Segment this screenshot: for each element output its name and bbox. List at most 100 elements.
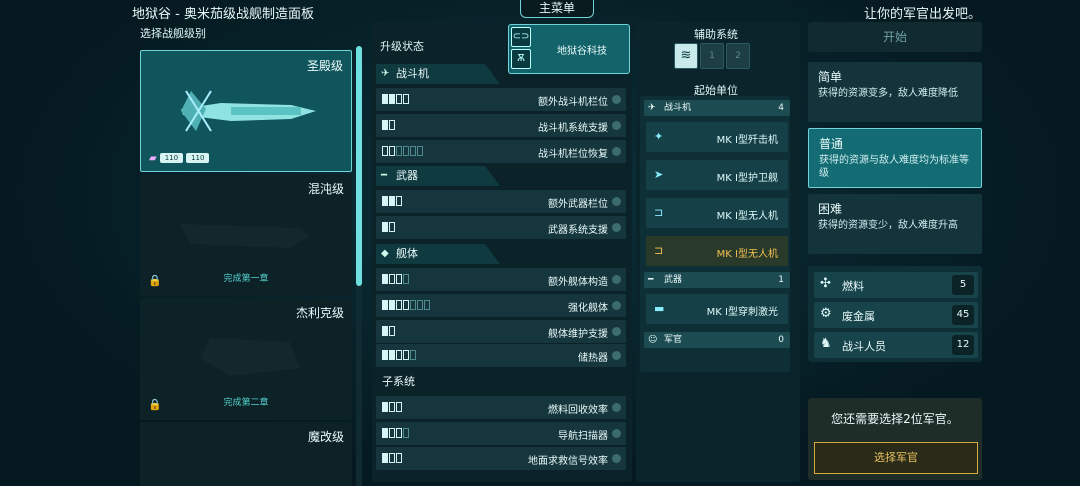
upgrade-row[interactable]: 额外舰体构造 — [376, 268, 626, 291]
unit-row[interactable]: ⊐ MK I型无人机 — [646, 236, 788, 266]
level-pip-filled — [389, 196, 395, 206]
aux-panel: 辅助系统 ≋ 1 2 起始单位 ✈ 战斗机 4 ✦ MK I型歼击机 ➤ MK I型… — [636, 22, 800, 482]
ship-card-jerik[interactable]: 杰利克级 🔒 完成第二章 — [140, 298, 352, 420]
drone-icon: ⊐ — [654, 206, 664, 219]
ship-card-chaos[interactable]: 混沌级 🔒 完成第一章 — [140, 174, 352, 296]
laser-icon: ▬ — [654, 302, 665, 315]
section-hull: ◆ 舰体 — [376, 244, 500, 264]
info-icon[interactable] — [612, 121, 621, 130]
level-pip-empty — [396, 453, 402, 463]
upgrade-row[interactable]: 战斗机系统支援 — [376, 114, 626, 137]
upgrade-row[interactable]: 燃料回收效率 — [376, 396, 626, 419]
unlock-condition: 完成第一章 — [223, 274, 269, 284]
ship-temple-icon — [181, 90, 316, 132]
level-pips — [382, 222, 395, 232]
upgrade-row[interactable]: 地面求救信号效率 — [376, 447, 626, 470]
level-pip-filled — [389, 94, 395, 104]
unit-row[interactable]: ⊐ MK I型无人机 — [646, 198, 788, 228]
level-pip-empty — [403, 146, 409, 156]
unit-category-officers: ☺ 军官 0 — [644, 332, 790, 348]
info-icon[interactable] — [612, 275, 621, 284]
upgrade-row[interactable]: 额外战斗机栏位 — [376, 88, 626, 111]
upgrade-row[interactable]: 舰体维护支援 — [376, 320, 626, 343]
upgrade-name: 战斗机系统支援 — [538, 123, 608, 134]
aux-slot-empty[interactable]: 1 — [700, 43, 724, 69]
info-icon[interactable] — [612, 429, 621, 438]
category-count: 0 — [778, 335, 784, 345]
ship-card-modified[interactable]: 魔改级 — [140, 422, 352, 486]
unit-row[interactable]: ✦ MK I型歼击机 — [646, 122, 788, 152]
category-name: 武器 — [664, 275, 683, 285]
upgrade-name: 额外战斗机栏位 — [538, 97, 608, 108]
select-officer-button[interactable]: 选择军官 — [814, 442, 978, 474]
difficulty-easy[interactable]: 简单 获得的资源变多，敌人难度降低 — [808, 62, 982, 122]
level-pip-filled — [382, 274, 388, 284]
aux-slot-empty[interactable]: 2 — [726, 43, 750, 69]
upgrade-name: 额外舰体构造 — [548, 277, 608, 288]
difficulty-desc: 获得的资源与敌人难度均为标准等级 — [819, 155, 969, 179]
scrollbar-thumb[interactable] — [356, 46, 362, 286]
ship-list-scrollbar[interactable] — [356, 46, 362, 486]
header-hint: 让你的军官出发吧。 — [864, 7, 982, 22]
weapon-icon: ━ — [381, 170, 388, 181]
upgrade-name: 额外武器栏位 — [548, 199, 608, 210]
ship-name: 杰利克级 — [295, 306, 344, 320]
unit-row[interactable]: ▬ MK I型穿刺激光 — [646, 294, 788, 324]
upgrade-row[interactable]: 武器系统支援 — [376, 216, 626, 239]
info-icon[interactable] — [612, 327, 621, 336]
upgrade-row[interactable]: 额外武器栏位 — [376, 190, 626, 213]
difficulty-hard[interactable]: 困难 获得的资源变少，敌人难度升高 — [808, 194, 982, 254]
unit-row[interactable]: ➤ MK I型护卫舰 — [646, 160, 788, 190]
upgrade-label: 升级状态 — [380, 40, 424, 53]
ship-name: 魔改级 — [307, 430, 344, 444]
hull-icon: ◆ — [381, 248, 389, 259]
upgrade-row[interactable]: 强化舰体 — [376, 294, 626, 317]
upgrade-row[interactable]: 战斗机栏位恢复 — [376, 140, 626, 163]
upgrade-panel: 升级状态 ⊂⊃ Ѫ 地狱谷科技 ✈ 战斗机 额外战斗机栏位 战斗机系统支援 战斗… — [372, 22, 632, 482]
hull-select-panel: 选择战舰级别 圣殿级 ▰ 110 110 混沌级 🔒 完成第一章 杰利克级 🔒 … — [132, 22, 364, 486]
hell-valley-tech-card[interactable]: ⊂⊃ Ѫ 地狱谷科技 — [508, 24, 630, 74]
drone-icon: ⊐ — [654, 244, 664, 257]
section-subsystems: 子系统 — [376, 372, 500, 392]
info-icon[interactable] — [612, 301, 621, 310]
ship-badge: 110 — [159, 153, 184, 163]
difficulty-normal[interactable]: 普通 获得的资源与敌人难度均为标准等级 — [808, 128, 982, 188]
upgrade-name: 地面求救信号效率 — [528, 456, 608, 467]
info-icon[interactable] — [612, 223, 621, 232]
aux-slots: ≋ 1 2 — [674, 43, 750, 69]
aux-slot-stack-icon[interactable]: ≋ — [674, 43, 698, 69]
upgrade-row[interactable]: 储热器 — [376, 344, 626, 367]
level-pip-empty — [410, 146, 416, 156]
ship-card-temple[interactable]: 圣殿级 ▰ 110 110 — [140, 50, 352, 172]
tech-ship-icon: Ѫ — [511, 49, 531, 69]
level-pip-empty — [396, 428, 402, 438]
start-button[interactable]: 开始 — [808, 22, 982, 52]
upgrade-name: 舰体维护支援 — [548, 329, 608, 340]
level-pip-filled — [382, 196, 388, 206]
unit-category-fighters: ✈ 战斗机 4 — [644, 100, 790, 116]
upgrade-name: 武器系统支援 — [548, 225, 608, 236]
interceptor-icon: ✦ — [654, 130, 664, 143]
level-pip-empty — [417, 146, 423, 156]
level-pip-empty — [396, 94, 402, 104]
section-title: 武器 — [396, 169, 418, 182]
upgrade-name: 导航扫描器 — [558, 431, 608, 442]
difficulty-desc: 获得的资源变多，敌人难度降低 — [818, 88, 958, 99]
info-icon[interactable] — [612, 147, 621, 156]
upgrade-row[interactable]: 导航扫描器 — [376, 422, 626, 445]
main-menu-button[interactable]: 主菜单 — [520, 0, 594, 18]
level-pip-filled — [382, 222, 388, 232]
resource-fuel: ✣ 燃料 5 — [814, 272, 978, 298]
info-icon[interactable] — [612, 95, 621, 104]
info-icon[interactable] — [612, 454, 621, 463]
resource-crew: ♞ 战斗人员 12 — [814, 332, 978, 358]
upgrade-name: 燃料回收效率 — [548, 405, 608, 416]
panel-title: 地狱谷 - 奥米茄级战舰制造面板 — [132, 7, 314, 22]
level-pip-empty — [403, 350, 409, 360]
info-icon[interactable] — [612, 351, 621, 360]
section-weapons: ━ 武器 — [376, 166, 500, 186]
officer-icon: ☺ — [648, 335, 658, 345]
info-icon[interactable] — [612, 197, 621, 206]
level-pip-empty — [403, 300, 409, 310]
info-icon[interactable] — [612, 403, 621, 412]
